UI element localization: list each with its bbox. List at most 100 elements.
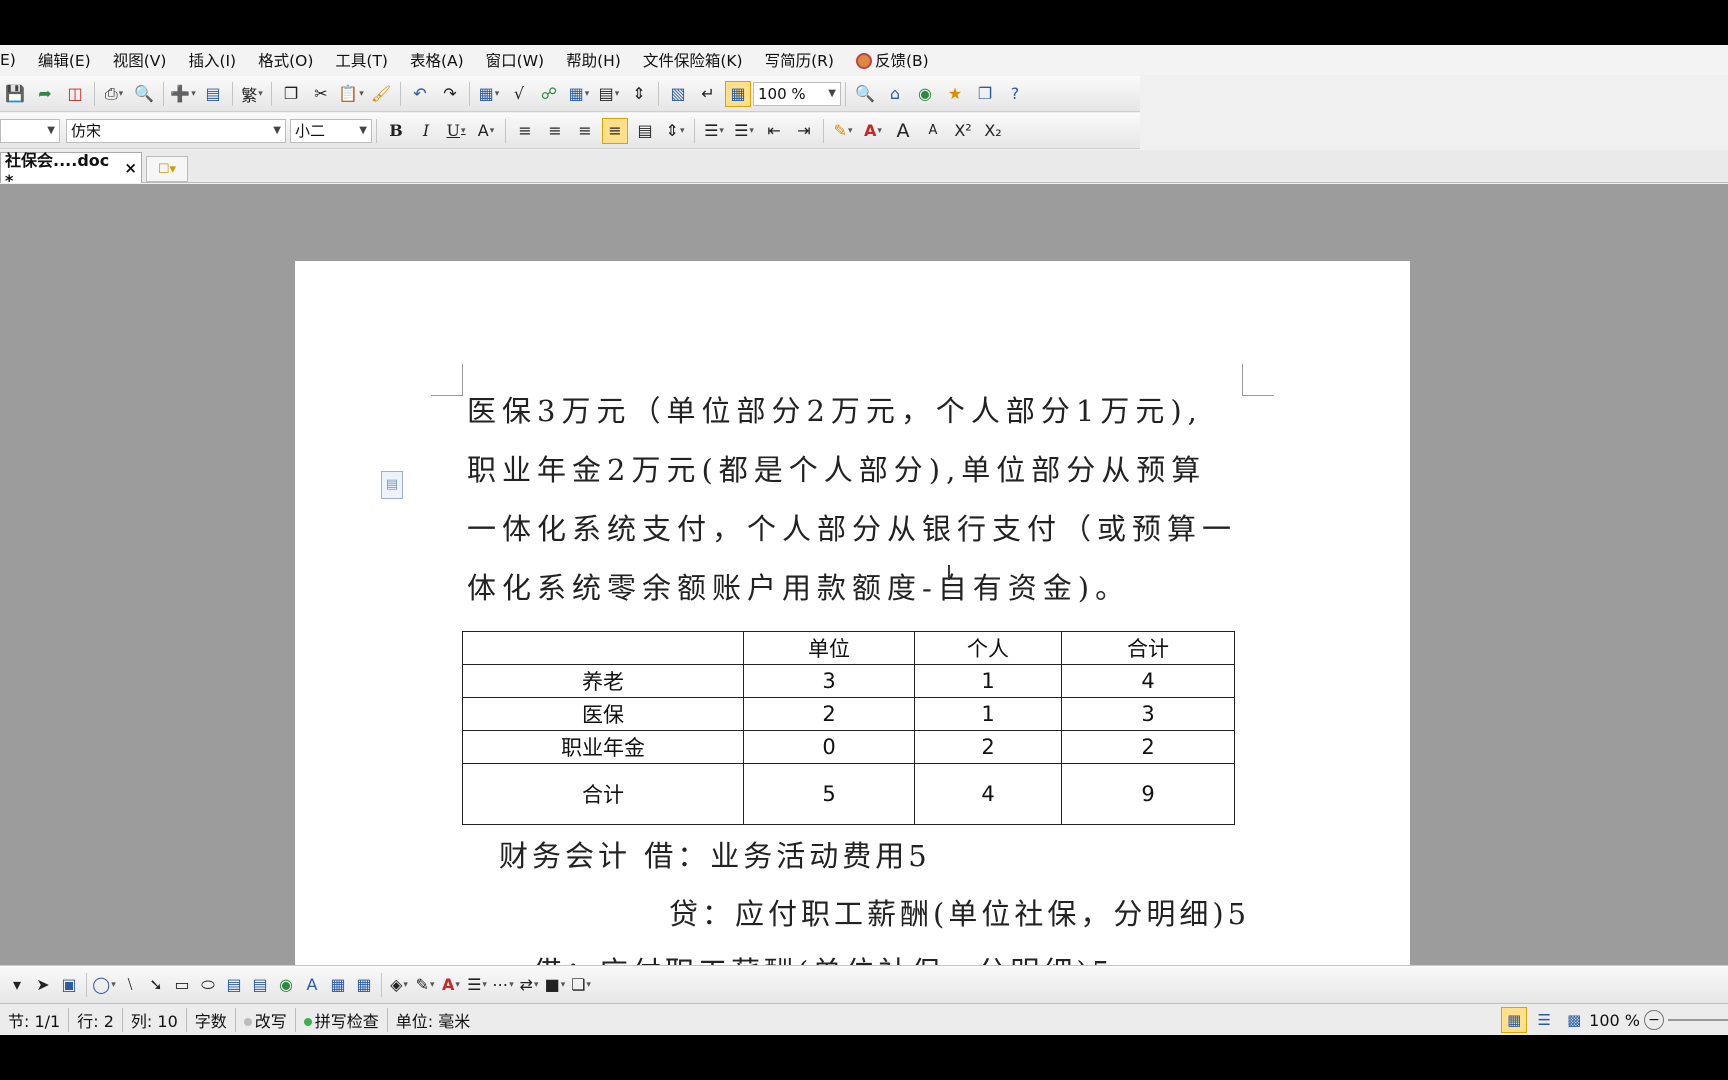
close-icon[interactable]: × [124,159,137,177]
bold-icon[interactable]: B [383,118,409,144]
page-view-icon[interactable]: ▦ [1501,1007,1528,1033]
menu-file-safe[interactable]: 文件保险箱(K) [643,49,755,71]
line-spacing-icon[interactable]: ⇕ [662,118,688,144]
cut-icon[interactable]: ✂ [308,81,334,107]
decrease-indent-icon[interactable]: ⇤ [761,118,787,144]
status-word-count[interactable]: 字数 [187,1007,236,1032]
menu-insert[interactable]: 插入(I) [188,49,248,71]
new-document-icon[interactable]: ➕ [170,81,196,107]
save-icon[interactable]: 💾 [2,81,28,107]
grow-font-icon[interactable]: A [890,118,916,144]
menu-tools[interactable]: 工具(T) [335,49,400,71]
style-combo[interactable]: ▼ [0,118,60,143]
table-cell[interactable]: 养老 [462,664,744,698]
template-icon[interactable]: ★ [942,81,968,107]
table-cell[interactable]: 5 [743,763,915,825]
select-objects-icon[interactable]: ▣ [58,972,80,998]
table-cell[interactable]: 0 [743,730,915,764]
zoom-out-button[interactable]: − [1644,1010,1664,1030]
new-tab-button[interactable]: ☐▾ [146,156,188,182]
bullet-list-icon[interactable]: ☰ [731,118,757,144]
dash-style-icon[interactable]: ⋯ [492,972,514,998]
font-name-combo[interactable]: 仿宋 ▼ [66,118,286,143]
autoshapes-icon[interactable]: ◯ [92,972,115,998]
rectangle-icon[interactable]: ▭ [171,972,193,998]
3d-style-icon[interactable]: ❏ [570,972,592,998]
copy-icon[interactable]: ❐ [278,81,304,107]
menu-edit[interactable]: 编辑(E) [38,49,103,71]
table-cell[interactable]: 2 [1061,730,1235,764]
ellipse-icon[interactable]: ⬭ [197,972,219,998]
table-cell[interactable]: 2 [743,697,915,731]
show-formatting-icon[interactable]: ↵ [695,81,721,107]
help-icon[interactable]: ? [1002,81,1028,107]
font-size-combo[interactable]: 小二 ▼ [290,118,372,143]
undo-icon[interactable]: ↶ [407,81,433,107]
menu-resume[interactable]: 写简历(R) [765,49,846,71]
send-mail-icon[interactable]: ➦ [32,81,58,107]
align-center-icon[interactable]: ≡ [542,118,568,144]
menu-view[interactable]: 视图(V) [113,49,179,71]
fill-color-icon[interactable]: ◈ [388,972,410,998]
social-insurance-table[interactable]: 单位 个人 合计 养老 3 1 4 医保 2 1 3 职业年金 0 2 2 合计… [462,631,1235,825]
select-pointer-icon[interactable]: ➤ [32,972,54,998]
page-view-icon[interactable]: ▦ [725,80,751,107]
table-cell[interactable]: 4 [914,763,1062,825]
hyperlink-icon[interactable]: ☍ [536,81,562,107]
table-cell[interactable]: 2 [914,730,1062,764]
outline-view-icon[interactable]: ☰ [1531,1007,1557,1033]
web-view-icon[interactable]: ▩ [1561,1007,1587,1033]
status-spellcheck[interactable]: 拼写检查 [296,1007,388,1032]
line-color-icon[interactable]: ✎ [414,972,436,998]
menu-file-edge[interactable]: E) [0,51,28,69]
wordart-icon[interactable]: A [301,972,323,998]
table-cell[interactable]: 1 [914,697,1062,731]
highlight-icon[interactable]: ✎ [830,118,856,144]
columns-icon[interactable]: ▤ [596,81,622,107]
table-cell[interactable]: 医保 [462,697,744,731]
journal-entry-line[interactable]: 财务会计 借：业务活动费用5 [499,833,931,875]
line-icon[interactable]: ⧵ [119,972,141,998]
menu-format[interactable]: 格式(O) [258,49,325,71]
table-header-cell[interactable]: 合计 [1061,631,1235,665]
home-icon[interactable]: ⌂ [882,81,908,107]
text-box-icon[interactable]: ▤ [223,972,245,998]
table-cell[interactable]: 9 [1061,763,1235,825]
window-switch-icon[interactable]: ❐ [972,81,998,107]
vertical-text-box-icon[interactable]: ▤ [249,972,271,998]
table-cell[interactable]: 3 [1061,697,1235,731]
table-header-cell[interactable]: 单位 [743,631,915,665]
menu-help[interactable]: 帮助(H) [566,49,633,71]
document-workspace[interactable]: ▤ 医保3万元（单位部分2万元，个人部分1万元),职业年金2万元(都是个人部分)… [0,184,1728,965]
document-tab[interactable]: 社保会....doc * × [0,151,142,190]
shadow-icon[interactable]: ■ [544,972,566,998]
shrink-font-icon[interactable]: A [920,118,946,144]
status-overwrite[interactable]: 改写 [236,1007,296,1032]
table-header-cell[interactable]: 个人 [914,631,1062,665]
export-pdf-icon[interactable]: ◫ [62,81,88,107]
numbered-list-icon[interactable]: ☰ [701,118,727,144]
online-icon[interactable]: ◉ [912,81,938,107]
journal-entry-line[interactable]: 贷：应付职工薪酬(单位社保，分明细)5 [669,891,1250,933]
align-left-icon[interactable]: ≡ [512,118,538,144]
increase-indent-icon[interactable]: ⇥ [791,118,817,144]
arrow-icon[interactable]: ➘ [145,972,167,998]
page-break-icon[interactable]: ▤ [200,81,226,107]
table-cell[interactable]: 3 [743,664,915,698]
text-direction-icon[interactable]: ⇕ [626,81,652,107]
print-icon[interactable]: ⎙ [101,81,127,107]
font-color-icon[interactable]: A [860,118,886,144]
subscript-icon[interactable]: X₂ [980,118,1006,144]
underline-icon[interactable]: U [443,118,469,144]
align-right-icon[interactable]: ≡ [572,118,598,144]
find-icon[interactable]: 🔍 [852,81,878,107]
insert-picture-icon[interactable]: ▦ [327,972,349,998]
zoom-combo[interactable]: 100 % ▼ [753,81,841,106]
journal-entry-line[interactable]: 借：应付职工薪酬(单位社保，分明细)5 [533,949,1114,965]
italic-icon[interactable]: I [413,118,439,144]
menu-window[interactable]: 窗口(W) [486,49,556,71]
table-header-cell[interactable] [462,631,744,665]
table-cell[interactable]: 职业年金 [462,730,744,764]
document-paragraph[interactable]: 医保3万元（单位部分2万元，个人部分1万元),职业年金2万元(都是个人部分),单… [467,382,1237,618]
table-cell[interactable]: 1 [914,664,1062,698]
